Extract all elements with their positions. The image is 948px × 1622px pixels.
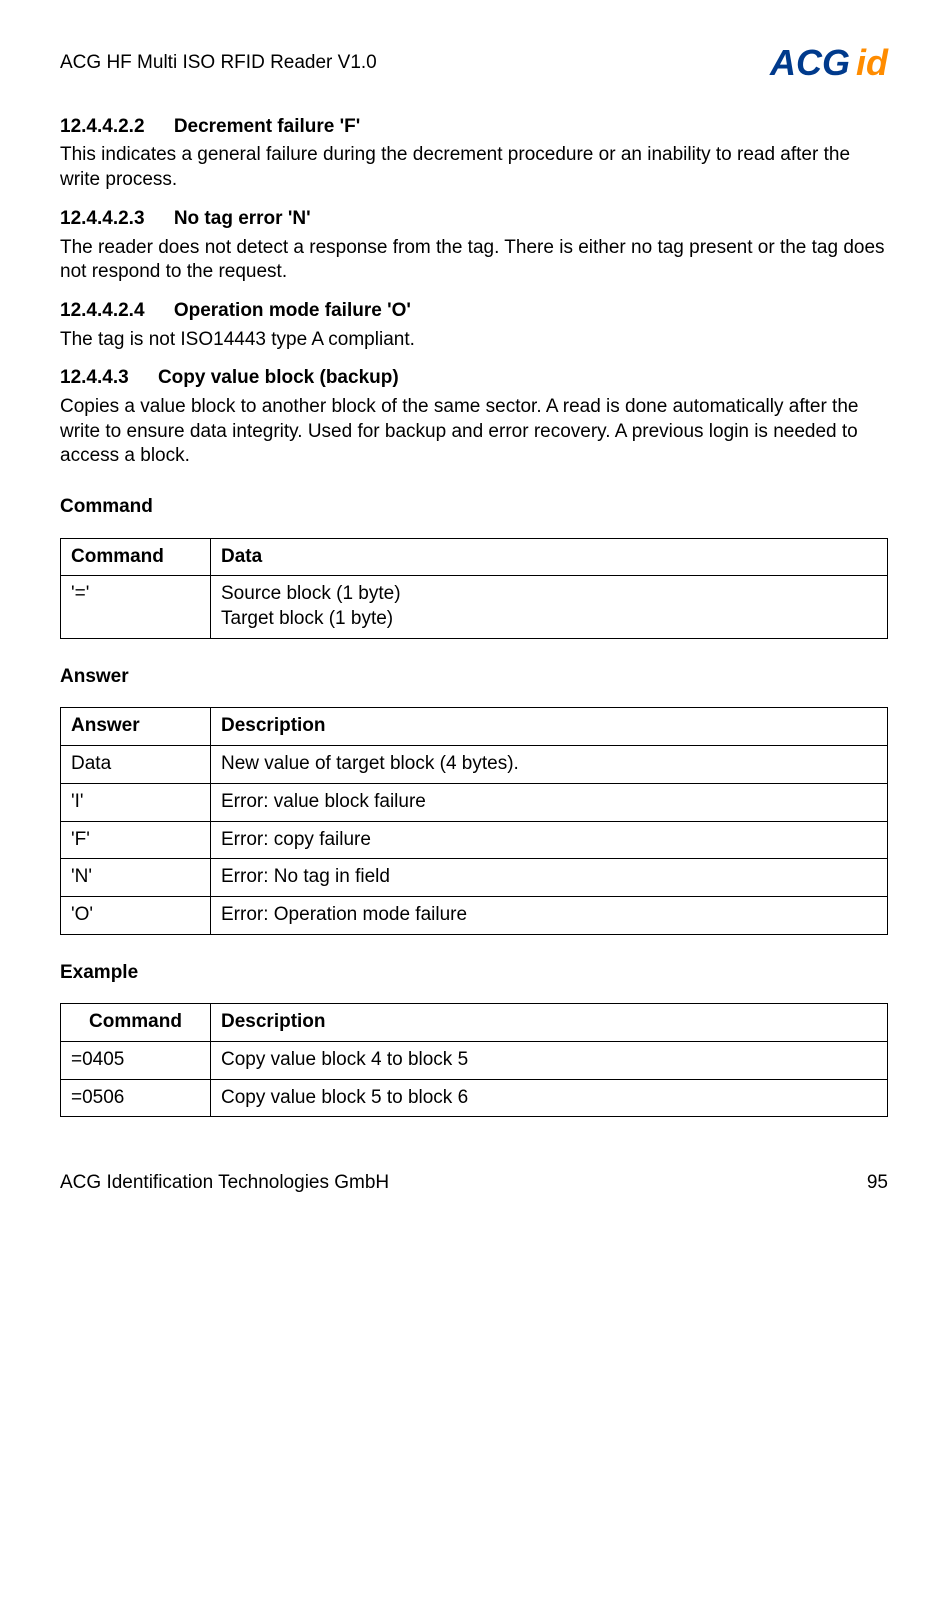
th-description: Description: [211, 1004, 888, 1042]
section-heading: 12.4.4.2.2 Decrement failure 'F': [60, 115, 888, 140]
data-line1: Source block (1 byte): [221, 583, 401, 604]
logo: ACG id: [770, 40, 888, 87]
cell-command: =0506: [61, 1079, 211, 1117]
footer-company: ACG Identification Technologies GmbH: [60, 1171, 389, 1196]
table-header-row: Command Data: [61, 538, 888, 576]
cell-command: '=': [61, 576, 211, 638]
cell-description: Error: No tag in field: [211, 859, 888, 897]
section-body: This indicates a general failure during …: [60, 143, 888, 192]
cell-description: Error: Operation mode failure: [211, 896, 888, 934]
th-description: Description: [211, 708, 888, 746]
section-title: Decrement failure 'F': [174, 116, 360, 137]
example-table: Command Description =0405 Copy value blo…: [60, 1003, 888, 1117]
table-row: =0506 Copy value block 5 to block 6: [61, 1079, 888, 1117]
table-row: 'I' Error: value block failure: [61, 783, 888, 821]
doc-title: ACG HF Multi ISO RFID Reader V1.0: [60, 51, 377, 76]
section-number: 12.4.4.2.3: [60, 207, 145, 232]
cell-answer: 'I': [61, 783, 211, 821]
cell-answer: Data: [61, 746, 211, 784]
section-number: 12.4.4.3: [60, 366, 129, 391]
section-title: No tag error 'N': [174, 208, 311, 229]
section-title: Copy value block (backup): [158, 367, 399, 388]
data-line2: Target block (1 byte): [221, 608, 393, 629]
section-body: Copies a value block to another block of…: [60, 395, 888, 469]
th-answer: Answer: [61, 708, 211, 746]
cell-answer: 'F': [61, 821, 211, 859]
section-number: 12.4.4.2.2: [60, 115, 145, 140]
cell-description: New value of target block (4 bytes).: [211, 746, 888, 784]
section-heading: 12.4.4.3 Copy value block (backup): [60, 366, 888, 391]
table-header-row: Answer Description: [61, 708, 888, 746]
logo-accent-text: id: [856, 40, 888, 87]
table-row: 'O' Error: Operation mode failure: [61, 896, 888, 934]
th-command: Command: [61, 538, 211, 576]
page-footer: ACG Identification Technologies GmbH 95: [60, 1171, 888, 1196]
th-data: Data: [211, 538, 888, 576]
cell-description: Error: value block failure: [211, 783, 888, 821]
cell-description: Copy value block 4 to block 5: [211, 1041, 888, 1079]
table-header-row: Command Description: [61, 1004, 888, 1042]
section-body: The tag is not ISO14443 type A compliant…: [60, 328, 888, 353]
cell-description: Error: copy failure: [211, 821, 888, 859]
answer-table: Answer Description Data New value of tar…: [60, 707, 888, 934]
section-body: The reader does not detect a response fr…: [60, 236, 888, 285]
logo-primary-text: ACG: [770, 40, 850, 87]
cell-data: Source block (1 byte) Target block (1 by…: [211, 576, 888, 638]
cell-command: =0405: [61, 1041, 211, 1079]
table-row: '=' Source block (1 byte) Target block (…: [61, 576, 888, 638]
section-heading: 12.4.4.2.4 Operation mode failure 'O': [60, 299, 888, 324]
footer-page-number: 95: [867, 1171, 888, 1196]
cell-answer: 'N': [61, 859, 211, 897]
table-row: 'F' Error: copy failure: [61, 821, 888, 859]
section-number: 12.4.4.2.4: [60, 299, 145, 324]
table-row: =0405 Copy value block 4 to block 5: [61, 1041, 888, 1079]
cell-description: Copy value block 5 to block 6: [211, 1079, 888, 1117]
table-row: 'N' Error: No tag in field: [61, 859, 888, 897]
page-header: ACG HF Multi ISO RFID Reader V1.0 ACG id: [60, 40, 888, 87]
section-heading: 12.4.4.2.3 No tag error 'N': [60, 207, 888, 232]
section-title: Operation mode failure 'O': [174, 300, 411, 321]
subheading-command: Command: [60, 495, 888, 520]
command-table: Command Data '=' Source block (1 byte) T…: [60, 538, 888, 639]
subheading-example: Example: [60, 961, 888, 986]
subheading-answer: Answer: [60, 665, 888, 690]
cell-answer: 'O': [61, 896, 211, 934]
table-row: Data New value of target block (4 bytes)…: [61, 746, 888, 784]
th-command: Command: [61, 1004, 211, 1042]
